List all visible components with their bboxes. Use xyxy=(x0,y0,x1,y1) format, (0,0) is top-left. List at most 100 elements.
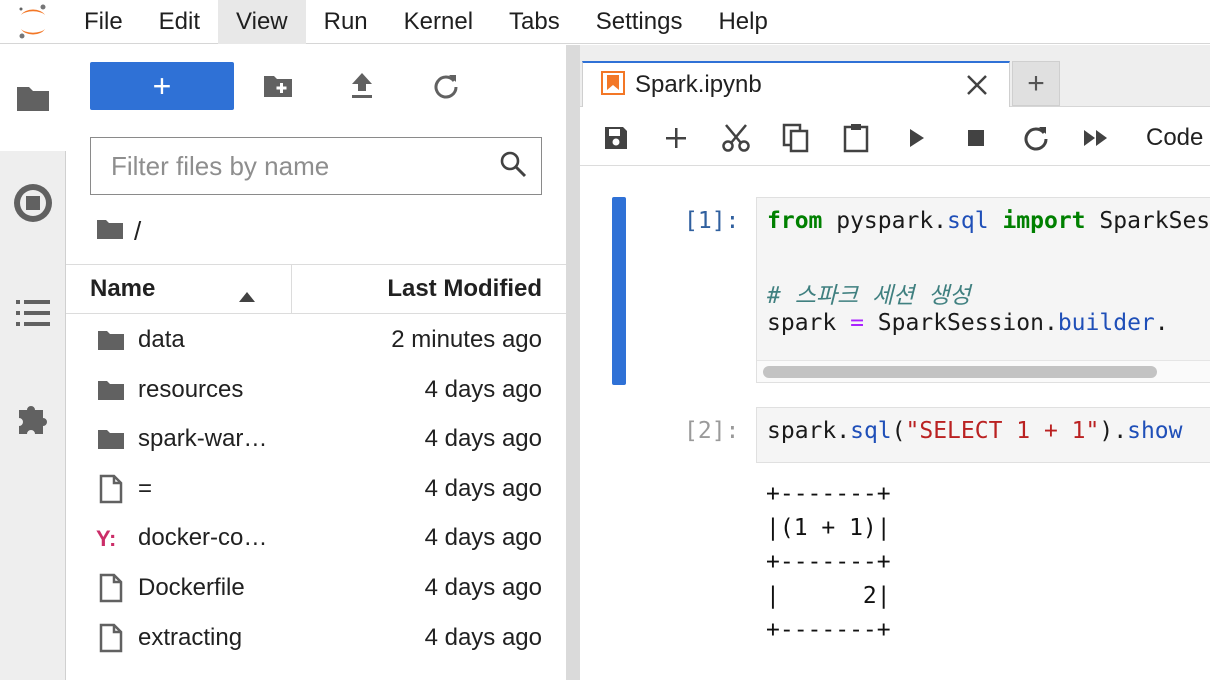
file-name: data xyxy=(138,326,185,353)
code-token: spark xyxy=(767,310,851,336)
folder-icon xyxy=(96,375,126,405)
menu-kernel[interactable]: Kernel xyxy=(386,0,491,44)
file-list-header: Name Last Modified xyxy=(66,264,566,314)
file-row[interactable]: resources 4 days ago xyxy=(66,365,566,415)
extension-manager-icon[interactable] xyxy=(0,390,66,446)
file-browser-panel: + / Name Last Modified xyxy=(66,45,566,680)
close-icon[interactable] xyxy=(963,71,991,99)
code-token: "SELECT 1 + 1" xyxy=(905,418,1100,444)
file-name: extracting xyxy=(138,623,243,651)
search-icon xyxy=(499,150,527,183)
column-name-label: Name xyxy=(90,275,156,302)
upload-icon[interactable] xyxy=(338,62,386,110)
menu-items: File Edit View Run Kernel Tabs Settings Help xyxy=(66,0,786,44)
main-dock-area: Spark.ipynb + Code [1]: from pyspark.sql… xyxy=(580,45,1210,680)
refresh-icon[interactable] xyxy=(422,62,470,110)
code-token: . xyxy=(1154,310,1169,336)
tab-label: Spark.ipynb xyxy=(635,71,762,98)
new-tab-button[interactable]: + xyxy=(1012,61,1060,106)
run-all-icon[interactable] xyxy=(1076,118,1116,158)
file-modified: 4 days ago xyxy=(424,425,542,453)
panel-splitter[interactable] xyxy=(566,45,580,680)
file-icon xyxy=(96,623,126,653)
file-row[interactable]: spark-war… 4 days ago xyxy=(66,414,566,464)
file-name: docker-co… xyxy=(138,524,268,552)
new-launcher-label: + xyxy=(152,68,172,104)
code-token: . xyxy=(1043,310,1058,336)
jupyter-logo-icon[interactable] xyxy=(0,0,66,44)
file-row[interactable]: = 4 days ago xyxy=(66,464,566,514)
menubar: File Edit View Run Kernel Tabs Settings Help xyxy=(0,0,1210,44)
save-icon[interactable] xyxy=(596,118,636,158)
file-modified: 2 minutes ago xyxy=(391,326,542,353)
menu-file[interactable]: File xyxy=(66,0,141,44)
file-browser-tab-icon[interactable] xyxy=(0,45,66,151)
file-name: Dockerfile xyxy=(138,573,245,601)
file-icon xyxy=(96,573,126,603)
table-of-contents-icon[interactable] xyxy=(0,285,66,341)
code-token: . xyxy=(1113,418,1128,444)
code-token: pyspark xyxy=(822,208,934,234)
home-folder-icon[interactable] xyxy=(96,216,124,247)
code-line: spark.sql("SELECT 1 + 1").show xyxy=(767,418,1183,444)
file-row[interactable]: Y: docker-co… 4 days ago xyxy=(66,513,566,563)
folder-icon xyxy=(96,325,126,355)
file-row[interactable]: extracting 4 days ago xyxy=(66,613,566,663)
scrollbar-thumb[interactable] xyxy=(763,366,1157,378)
code-token: ( xyxy=(891,418,906,444)
run-icon[interactable] xyxy=(896,118,936,158)
menu-settings[interactable]: Settings xyxy=(578,0,701,44)
code-token: SparkSession xyxy=(1099,208,1210,234)
left-activity-bar xyxy=(0,45,66,680)
code-token: sql xyxy=(947,208,989,234)
copy-icon[interactable] xyxy=(776,118,816,158)
insert-cell-icon[interactable] xyxy=(656,118,696,158)
paste-icon[interactable] xyxy=(836,118,876,158)
code-token: import xyxy=(1002,208,1086,234)
file-modified: 4 days ago xyxy=(424,573,542,601)
file-name: = xyxy=(138,474,153,502)
file-name: spark-war… xyxy=(138,425,268,453)
menu-edit[interactable]: Edit xyxy=(141,0,218,44)
horizontal-scrollbar[interactable] xyxy=(757,360,1210,382)
menu-run[interactable]: Run xyxy=(306,0,386,44)
code-line: spark = SparkSession.builder. xyxy=(767,310,1169,336)
active-cell-indicator[interactable] xyxy=(612,197,626,385)
file-browser-toolbar: + xyxy=(66,62,566,110)
breadcrumb-root[interactable]: / xyxy=(134,216,141,247)
cell-2-input[interactable]: spark.sql("SELECT 1 + 1").show xyxy=(756,407,1210,463)
cut-icon[interactable] xyxy=(716,118,756,158)
code-token: = xyxy=(850,310,864,336)
column-last-modified-label: Last Modified xyxy=(387,275,542,302)
code-token: from xyxy=(767,208,823,234)
cell-2-prompt: [2]: xyxy=(684,418,740,444)
file-row[interactable]: data 2 minutes ago xyxy=(66,315,566,365)
file-modified: 4 days ago xyxy=(424,474,542,502)
file-icon xyxy=(96,474,126,504)
code-token: spark xyxy=(767,418,837,444)
filter-files-box[interactable] xyxy=(90,137,542,195)
cell-type-dropdown[interactable]: Code xyxy=(1146,118,1203,158)
new-folder-icon[interactable] xyxy=(254,62,302,110)
file-modified: 4 days ago xyxy=(424,524,542,552)
menu-tabs[interactable]: Tabs xyxy=(491,0,578,44)
cell-1-input[interactable]: from pyspark.sql import SparkSession# 스파… xyxy=(756,197,1210,383)
code-token: ) xyxy=(1099,418,1114,444)
tab-spark-notebook[interactable]: Spark.ipynb xyxy=(582,61,1010,107)
menu-help[interactable]: Help xyxy=(700,0,785,44)
stop-icon[interactable] xyxy=(956,118,996,158)
breadcrumb: / xyxy=(96,211,141,251)
column-name-header[interactable]: Name xyxy=(66,265,292,313)
svg-text:Y:: Y: xyxy=(96,526,116,551)
running-sessions-icon[interactable] xyxy=(0,175,66,231)
sort-ascending-icon xyxy=(238,282,256,310)
code-token: . xyxy=(836,418,851,444)
filter-files-input[interactable] xyxy=(111,150,499,182)
restart-kernel-icon[interactable] xyxy=(1016,118,1056,158)
new-launcher-button[interactable]: + xyxy=(90,62,234,110)
file-row[interactable]: Dockerfile 4 days ago xyxy=(66,563,566,613)
column-last-modified-header[interactable]: Last Modified xyxy=(387,265,542,313)
code-line: from pyspark.sql import SparkSession xyxy=(767,208,1210,234)
menu-view[interactable]: View xyxy=(218,0,306,44)
